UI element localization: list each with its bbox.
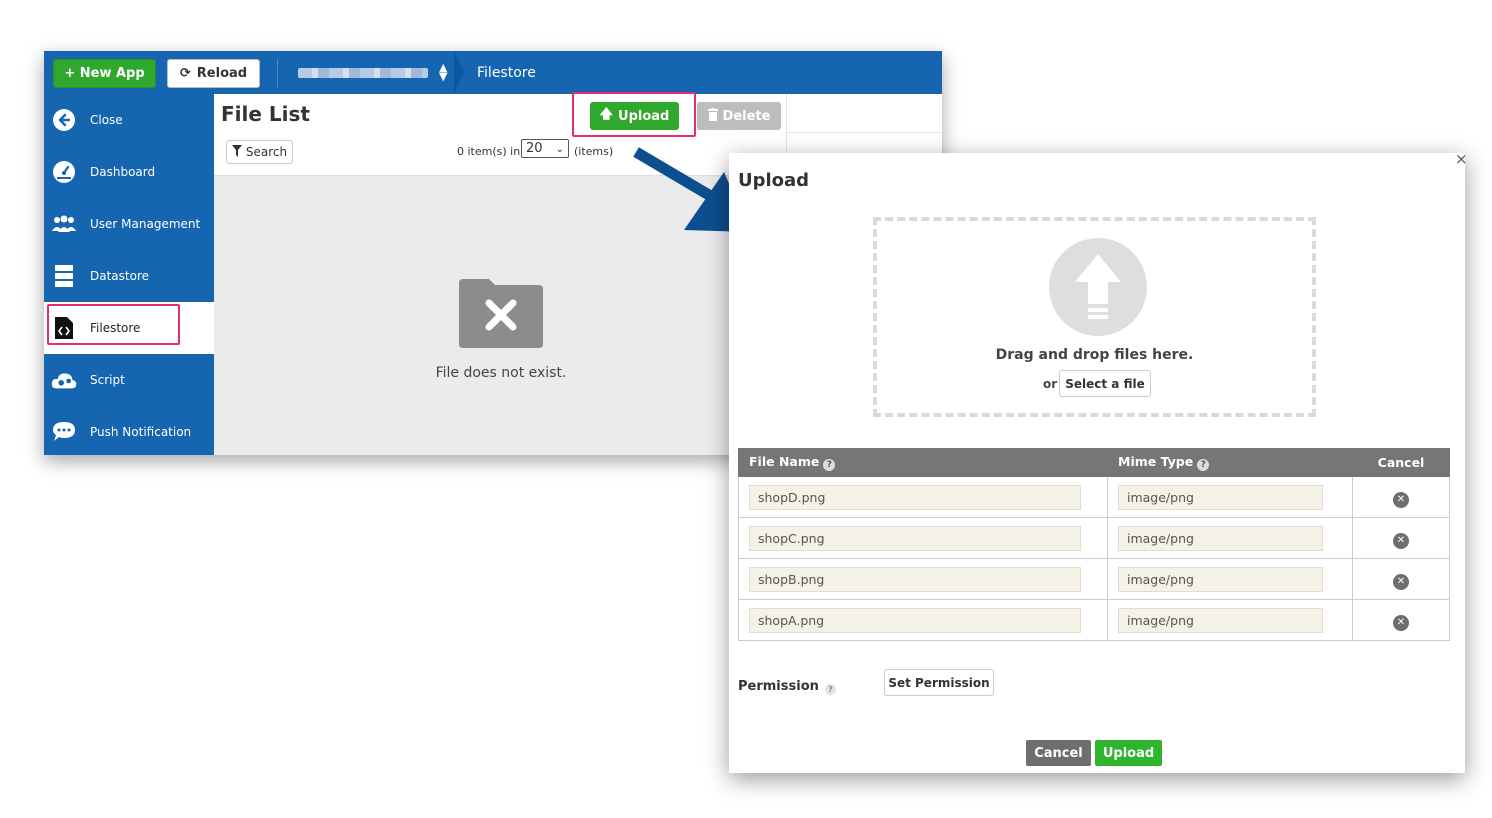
set-permission-button[interactable]: Set Permission (884, 669, 994, 696)
select-file-button[interactable]: Select a file (1059, 370, 1151, 397)
search-label: Search (245, 145, 288, 159)
sidebar-item-label: User Management (90, 217, 201, 231)
delete-button[interactable]: Delete (697, 102, 781, 130)
help-icon[interactable]: ? (823, 459, 836, 471)
sidebar-item-filestore[interactable]: Filestore (44, 302, 214, 354)
close-icon[interactable]: × (1455, 150, 1468, 168)
app-selector-blurred[interactable] (298, 68, 428, 78)
chat-bubble-icon (51, 419, 77, 445)
sort-caret-icon[interactable]: ▲ ▼ (439, 62, 447, 82)
file-name-field[interactable]: shopB.png (749, 566, 1081, 592)
table-row: shopA.png image/png ✕ (738, 599, 1450, 641)
mime-type-field[interactable]: image/png (1118, 566, 1323, 592)
file-name-field[interactable]: shopD.png (749, 484, 1081, 510)
column-header-cancel: Cancel (1352, 448, 1450, 477)
breadcrumb: Filestore (477, 65, 536, 81)
permission-text: Permission (738, 679, 819, 694)
cloud-gear-icon (51, 367, 77, 393)
sidebar-item-user-management[interactable]: User Management (44, 198, 214, 250)
new-app-button[interactable]: + New App (53, 59, 156, 88)
arrow-left-circle-icon (51, 107, 77, 133)
column-label: File Name (749, 454, 820, 469)
remove-file-icon[interactable]: ✕ (1393, 532, 1409, 549)
sidebar: Close Dashboard User Management Datastor… (44, 94, 214, 455)
upload-arrow-icon (1049, 238, 1147, 336)
trash-icon (707, 107, 718, 125)
sidebar-item-label: Push Notification (90, 425, 192, 439)
chevron-down-icon: ⌄ (555, 144, 564, 155)
file-name-field[interactable]: shopC.png (749, 525, 1081, 551)
remove-file-icon[interactable]: ✕ (1393, 614, 1409, 631)
item-count: 0 item(s) in (457, 145, 521, 158)
file-name-field[interactable]: shopA.png (749, 607, 1081, 633)
help-icon[interactable]: ? (824, 684, 836, 695)
page-title: File List (221, 102, 310, 126)
cancel-button[interactable]: Cancel (1026, 740, 1091, 766)
arrow-up-icon: 🡅 (599, 107, 614, 122)
help-icon[interactable]: ? (1197, 459, 1210, 471)
mime-type-field[interactable]: image/png (1118, 607, 1323, 633)
upload-submit-button[interactable]: Upload (1095, 740, 1162, 766)
page-size-select[interactable]: 20 ⌄ (521, 139, 569, 158)
upload-button[interactable]: 🡅 Upload (590, 102, 679, 130)
users-icon (51, 211, 77, 237)
column-header-file-name: File Name? (738, 448, 1108, 477)
table-row: shopD.png image/png ✕ (738, 476, 1450, 518)
column-label: Mime Type (1118, 454, 1194, 469)
file-table: File Name? Mime Type? Cancel shopD.png i… (738, 448, 1450, 641)
page-size-value: 20 (526, 141, 543, 156)
sidebar-item-dashboard[interactable]: Dashboard (44, 146, 214, 198)
table-header-row: File Name? Mime Type? Cancel (738, 448, 1450, 477)
search-button[interactable]: Search (226, 140, 293, 164)
table-row: shopC.png image/png ✕ (738, 517, 1450, 559)
items-suffix: (items) (574, 145, 614, 158)
divider (787, 132, 942, 133)
sidebar-item-datastore[interactable]: Datastore (44, 250, 214, 302)
delete-label: Delete (722, 108, 771, 124)
dialog-title: Upload (738, 170, 810, 191)
permission-label: Permission? (738, 679, 836, 695)
sidebar-item-label: Script (90, 373, 125, 387)
sidebar-item-push-notification[interactable]: Push Notification (44, 406, 214, 455)
upload-label: Upload (618, 108, 670, 124)
breadcrumb-separator (454, 51, 464, 94)
column-header-mime-type: Mime Type? (1107, 448, 1353, 477)
topbar: + New App ⟳ Reload ▲ ▼ Filestore (44, 51, 942, 94)
sidebar-item-label: Close (90, 113, 123, 127)
mime-type-field[interactable]: image/png (1118, 484, 1323, 510)
folder-x-icon (459, 279, 543, 348)
reload-icon: ⟳ (179, 66, 191, 81)
empty-message: File does not exist. (435, 365, 567, 381)
reload-button[interactable]: ⟳ Reload (167, 59, 260, 88)
filter-icon (231, 144, 242, 160)
highlight-box (47, 304, 180, 345)
sidebar-item-label: Datastore (90, 269, 150, 283)
database-icon (51, 263, 77, 289)
drop-instructions: Drag and drop files here. (995, 347, 1194, 363)
or-label: or (1043, 377, 1058, 391)
sidebar-item-label: Dashboard (90, 165, 156, 179)
speedometer-icon (51, 159, 77, 185)
remove-file-icon[interactable]: ✕ (1393, 491, 1409, 508)
drop-zone[interactable]: Drag and drop files here. or Select a fi… (873, 217, 1316, 417)
sidebar-item-script[interactable]: Script (44, 354, 214, 406)
remove-file-icon[interactable]: ✕ (1393, 573, 1409, 590)
sidebar-item-close[interactable]: Close (44, 94, 214, 146)
mime-type-field[interactable]: image/png (1118, 525, 1323, 551)
upload-dialog: × Upload Drag and drop files here. or Se… (729, 150, 1468, 773)
table-row: shopB.png image/png ✕ (738, 558, 1450, 600)
reload-label: Reload (196, 66, 248, 81)
topbar-divider (277, 59, 278, 87)
